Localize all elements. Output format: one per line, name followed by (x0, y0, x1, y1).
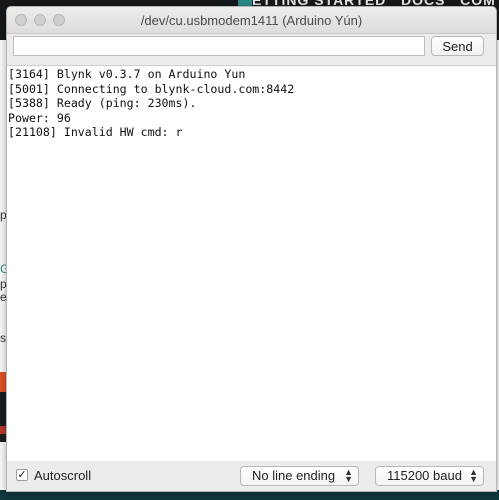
output-line: Power: 96 (8, 110, 71, 125)
bottom-bar: ✓ Autoscroll No line ending ▲ ▼ 115200 ba… (7, 461, 496, 491)
up-down-chevron-icon: ▲ ▼ (344, 467, 353, 484)
output-line: [3164] Blynk v0.3.7 on Arduino Yun (8, 67, 246, 81)
output-line: [21108] Invalid HW cmd: r (8, 125, 183, 139)
line-ending-select[interactable]: No line ending ▲ ▼ (240, 466, 359, 486)
baud-rate-value: 115200 baud (387, 468, 462, 483)
serial-output-text: [3164] Blynk v0.3.7 on Arduino Yun [5001… (8, 67, 294, 140)
serial-send-input[interactable] (13, 36, 425, 56)
send-row: Send (7, 33, 496, 65)
autoscroll-label[interactable]: Autoscroll (34, 468, 91, 483)
up-down-chevron-icon: ▲ ▼ (469, 467, 478, 484)
line-ending-value: No line ending (252, 468, 336, 483)
title-bar[interactable]: /dev/cu.usbmodem1411 (Arduino Yún) (7, 7, 496, 34)
serial-monitor-window: /dev/cu.usbmodem1411 (Arduino Yún) Send … (6, 6, 497, 492)
window-title: /dev/cu.usbmodem1411 (Arduino Yún) (140, 13, 363, 28)
output-line: [5388] Ready (ping: 230ms). (8, 96, 197, 110)
serial-output-area[interactable]: [3164] Blynk v0.3.7 on Arduino Yun [5001… (7, 65, 496, 462)
autoscroll-checkbox[interactable]: ✓ (16, 469, 28, 481)
baud-rate-select[interactable]: 115200 baud ▲ ▼ (375, 466, 484, 486)
output-line: [5001] Connecting to blynk-cloud.com:844… (8, 81, 295, 96)
send-button[interactable]: Send (431, 36, 484, 56)
